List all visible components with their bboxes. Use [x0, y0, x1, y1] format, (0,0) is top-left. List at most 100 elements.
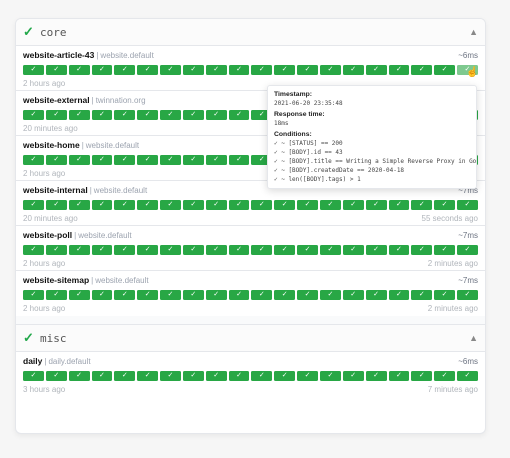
result-bar-success[interactable]: ✓: [342, 371, 364, 381]
service-name[interactable]: website-internal: [23, 185, 88, 195]
result-bar-success[interactable]: ✓: [251, 371, 273, 381]
result-bar-success[interactable]: ✓: [68, 155, 90, 165]
result-bar-success[interactable]: ✓: [23, 65, 44, 75]
result-bar-success[interactable]: ✓: [23, 155, 44, 165]
result-bar-success[interactable]: ✓: [274, 65, 296, 75]
group-header-misc[interactable]: ✓ misc ▲: [16, 325, 485, 352]
result-bar-success[interactable]: ✓: [342, 245, 364, 255]
result-bar-success[interactable]: ✓: [160, 245, 181, 255]
result-bar-success[interactable]: ✓: [411, 200, 433, 210]
result-bar-success[interactable]: ✓: [160, 200, 181, 210]
result-bar-success[interactable]: ✓: [91, 200, 113, 210]
result-bar-success[interactable]: ✓: [365, 200, 387, 210]
result-bar-success[interactable]: ✓: [457, 200, 478, 210]
result-bar-success[interactable]: ✓: [228, 245, 250, 255]
service-name[interactable]: website-external: [23, 95, 90, 105]
result-bar-success[interactable]: ✓: [205, 245, 227, 255]
result-bar-success[interactable]: ✓: [319, 200, 341, 210]
result-bar-success[interactable]: ✓: [91, 65, 113, 75]
result-bar-success[interactable]: ✓: [342, 200, 364, 210]
result-bar-success[interactable]: ✓: [205, 290, 227, 300]
result-bar-success[interactable]: ✓: [45, 245, 67, 255]
result-bar-success[interactable]: ✓: [297, 245, 318, 255]
result-bar-success[interactable]: ✓: [114, 155, 136, 165]
result-bar-success[interactable]: ✓: [388, 65, 410, 75]
result-bar-success[interactable]: ✓: [434, 290, 456, 300]
result-bar-success[interactable]: ✓: [251, 65, 273, 75]
result-bar-success[interactable]: ✓: [137, 200, 159, 210]
result-bar-success[interactable]: ✓: [342, 65, 364, 75]
service-name[interactable]: website-sitemap: [23, 275, 89, 285]
result-bar-success[interactable]: ✓: [23, 110, 44, 120]
result-bar-success[interactable]: ✓: [91, 245, 113, 255]
service-name[interactable]: daily: [23, 356, 42, 366]
result-bar-success[interactable]: ✓: [434, 245, 456, 255]
result-bar-success[interactable]: ✓: [274, 200, 296, 210]
result-bar-success[interactable]: ✓: [68, 290, 90, 300]
result-bar-success[interactable]: ✓: [137, 290, 159, 300]
result-bar-success[interactable]: ✓: [365, 245, 387, 255]
result-bar-success[interactable]: ✓: [457, 290, 478, 300]
result-bar-success[interactable]: ✓: [411, 371, 433, 381]
result-bar-success[interactable]: ✓: [91, 155, 113, 165]
result-bar-success[interactable]: ✓: [160, 65, 181, 75]
result-bar-success[interactable]: ✓: [319, 290, 341, 300]
result-bar-success[interactable]: ✓: [228, 155, 250, 165]
result-bar-success[interactable]: ✓: [182, 110, 204, 120]
result-bar-success[interactable]: ✓: [114, 200, 136, 210]
result-bar-success[interactable]: ✓: [137, 65, 159, 75]
group-header-core[interactable]: ✓ core ▲: [16, 19, 485, 46]
result-bar-success[interactable]: ✓: [23, 290, 44, 300]
result-bar-success[interactable]: ✓: [182, 371, 204, 381]
result-bar-success[interactable]: ✓: [457, 371, 478, 381]
result-bar-success[interactable]: ✓: [388, 290, 410, 300]
result-bar-success[interactable]: ✓: [45, 200, 67, 210]
result-bar-success[interactable]: ✓: [228, 371, 250, 381]
result-bar-success[interactable]: ✓: [319, 245, 341, 255]
result-bar-success[interactable]: ✓: [114, 65, 136, 75]
result-bar-success[interactable]: ✓: [251, 290, 273, 300]
result-bar-success[interactable]: ✓: [411, 65, 433, 75]
result-bar-success[interactable]: ✓: [68, 371, 90, 381]
result-bar-success[interactable]: ✓: [228, 65, 250, 75]
result-bar-success[interactable]: ✓: [160, 110, 181, 120]
result-bar-success[interactable]: ✓: [388, 371, 410, 381]
result-bar-success[interactable]: ✓: [23, 200, 44, 210]
result-bar-success[interactable]: ✓: [45, 371, 67, 381]
result-bar-success[interactable]: ✓: [297, 290, 318, 300]
result-bar-success[interactable]: ✓: [457, 245, 478, 255]
result-bar-success[interactable]: ✓: [228, 110, 250, 120]
result-bar-success[interactable]: ✓: [205, 65, 227, 75]
result-bar-success[interactable]: ✓: [137, 110, 159, 120]
result-bar-success[interactable]: ✓: [342, 290, 364, 300]
result-bar-success[interactable]: ✓: [365, 371, 387, 381]
result-bar-success[interactable]: ✓: [251, 200, 273, 210]
result-bar-success[interactable]: ✓: [160, 155, 181, 165]
result-bar-success[interactable]: ✓: [68, 245, 90, 255]
result-bar-success[interactable]: ✓: [114, 245, 136, 255]
result-bar-success[interactable]: ✓: [434, 65, 456, 75]
service-name[interactable]: website-article-43: [23, 50, 94, 60]
result-bar-success[interactable]: ✓: [182, 200, 204, 210]
result-bar-success[interactable]: ✓: [114, 110, 136, 120]
result-bar-success[interactable]: ✓: [91, 110, 113, 120]
collapse-caret-icon[interactable]: ▲: [469, 27, 478, 37]
result-bar-success[interactable]: ✓: [205, 371, 227, 381]
result-bar-success[interactable]: ✓: [411, 290, 433, 300]
result-bar-success[interactable]: ✓: [45, 155, 67, 165]
result-bar-success[interactable]: ✓: [160, 290, 181, 300]
result-bar-success[interactable]: ✓: [182, 155, 204, 165]
result-bar-success[interactable]: ✓: [182, 245, 204, 255]
result-bar-success[interactable]: ✓: [274, 371, 296, 381]
result-bar-success[interactable]: ✓: [411, 245, 433, 255]
result-bar-success[interactable]: ✓: [274, 245, 296, 255]
result-bar-success[interactable]: ✓: [45, 65, 67, 75]
result-bar-success[interactable]: ✓: [45, 110, 67, 120]
result-bar-success[interactable]: ✓: [228, 290, 250, 300]
service-name[interactable]: website-poll: [23, 230, 72, 240]
result-bar-success[interactable]: ✓: [160, 371, 181, 381]
result-bar-success[interactable]: ✓: [68, 65, 90, 75]
result-bar-success[interactable]: ✓: [91, 290, 113, 300]
result-bar-success[interactable]: ✓: [68, 110, 90, 120]
service-name[interactable]: website-home: [23, 140, 80, 150]
